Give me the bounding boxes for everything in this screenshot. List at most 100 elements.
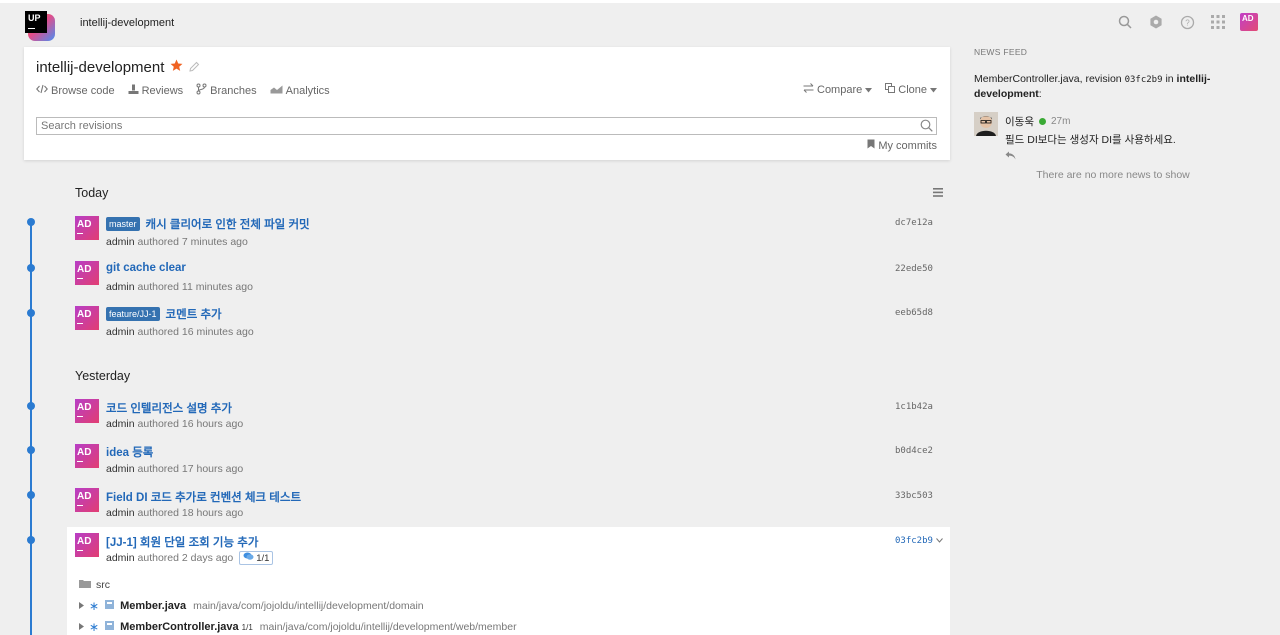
tab-browse-code[interactable]: Browse code — [36, 83, 115, 98]
branch-badge[interactable]: master — [106, 217, 140, 231]
commit-time: authored 17 hours ago — [137, 463, 244, 475]
clone-button[interactable]: Clone — [885, 83, 937, 96]
tab-reviews[interactable]: Reviews — [128, 83, 184, 98]
commit-hash[interactable]: eeb65d8 — [895, 308, 933, 318]
modified-icon: ∗ — [89, 620, 100, 634]
news-revision-link[interactable]: 03fc2b9 — [1125, 75, 1163, 85]
list-menu-icon[interactable] — [933, 188, 943, 200]
commit-time: authored 11 minutes ago — [137, 281, 253, 293]
chevron-down-icon — [930, 84, 937, 96]
commit-title[interactable]: Field DI 코드 추가로 컨벤션 체크 테스트 — [106, 489, 301, 505]
analytics-icon — [270, 84, 283, 97]
file-name[interactable]: MemberController.java — [120, 621, 239, 633]
commit-time: authored 7 minutes ago — [137, 236, 248, 248]
tab-label: Analytics — [285, 84, 330, 97]
settings-icon[interactable] — [1147, 13, 1165, 31]
compare-button[interactable]: Compare — [803, 83, 873, 96]
tab-analytics[interactable]: Analytics — [270, 83, 330, 98]
file-row[interactable]: ∗ MemberController.java 1/1 main/java/co… — [79, 620, 517, 634]
bookmark-icon — [867, 139, 875, 152]
app-name[interactable]: intellij-development — [80, 17, 174, 29]
avatar: AD — [75, 533, 99, 557]
my-commits-label: My commits — [878, 139, 937, 152]
top-bar: UP intellij-development ? AD — [0, 3, 1280, 47]
commit-title[interactable]: idea 등록 — [106, 444, 153, 460]
tab-label: Reviews — [141, 84, 184, 97]
avatar: AD — [75, 488, 99, 512]
commit-author[interactable]: admin — [106, 507, 135, 519]
timeline-dot — [27, 402, 35, 410]
comment-count: 1/1 — [256, 552, 270, 564]
timeline-dot — [27, 218, 35, 226]
search-icon[interactable] — [1116, 13, 1134, 31]
timeline-dot — [27, 264, 35, 272]
user-photo[interactable] — [974, 112, 998, 136]
commit-author[interactable]: admin — [106, 326, 135, 338]
file-comment-badge[interactable]: 1/1 — [242, 623, 253, 632]
avatar: AD — [75, 216, 99, 240]
tab-branches[interactable]: Branches — [196, 83, 257, 98]
file-path: main/java/com/jojoldu/intellij/developme… — [193, 600, 424, 612]
news-comment-text: 필드 DI보다는 생성자 DI를 사용하세요. — [1005, 134, 1176, 146]
commit-title[interactable]: [JJ-1] 회원 단일 조회 기능 추가 — [106, 534, 258, 550]
commit-time: authored 16 minutes ago — [137, 326, 254, 338]
commit-time: authored 18 hours ago — [137, 507, 244, 519]
comment-count-badge[interactable]: 1/1 — [239, 551, 274, 565]
news-feed-title: NEWS FEED — [974, 47, 1028, 57]
star-icon[interactable] — [170, 59, 183, 76]
tab-label: Browse code — [51, 84, 115, 97]
commit-author[interactable]: admin — [106, 552, 135, 564]
commit-title[interactable]: 코멘트 추가 — [166, 306, 222, 322]
commit-title[interactable]: 캐시 클리어로 인한 전체 파일 커밋 — [146, 216, 310, 232]
timeline-dot — [27, 446, 35, 454]
commit-title[interactable]: 코드 인텔리전스 설명 추가 — [106, 400, 232, 416]
commit-author[interactable]: admin — [106, 418, 135, 430]
commit-author[interactable]: admin — [106, 463, 135, 475]
commit-author[interactable]: admin — [106, 236, 135, 248]
avatar: AD — [75, 444, 99, 468]
repo-title: intellij-development — [36, 59, 165, 76]
commit-hash[interactable]: 33bc503 — [895, 491, 933, 501]
expand-arrow-icon[interactable] — [79, 600, 84, 612]
user-avatar[interactable]: AD — [1240, 13, 1258, 31]
commit-hash[interactable]: 22ede50 — [895, 264, 933, 274]
commit-title[interactable]: git cache clear — [106, 262, 186, 274]
folder-row[interactable]: src — [79, 579, 110, 591]
clone-label: Clone — [898, 83, 927, 96]
commit-hash[interactable]: 03fc2b9 — [895, 536, 933, 546]
commit-author[interactable]: admin — [106, 281, 135, 293]
upsource-logo[interactable]: UP — [25, 11, 55, 41]
java-file-icon — [104, 620, 115, 634]
commit-hash[interactable]: 1c1b42a — [895, 402, 933, 412]
apps-grid-icon[interactable] — [1209, 13, 1227, 31]
tab-label: Branches — [210, 84, 257, 97]
branch-badge[interactable]: feature/JJ-1 — [106, 307, 160, 321]
clone-icon — [885, 83, 896, 96]
no-more-news: There are no more news to show — [1036, 169, 1190, 181]
search-revisions-input[interactable] — [36, 117, 937, 135]
day-heading-today: Today — [75, 186, 109, 200]
timeline-dot — [27, 536, 35, 544]
svg-text:?: ? — [1185, 18, 1190, 27]
logo-text: UP — [28, 13, 41, 23]
commit-hash[interactable]: b0d4ce2 — [895, 446, 933, 456]
edit-icon[interactable] — [189, 59, 200, 76]
file-path: main/java/com/jojoldu/intellij/developme… — [259, 621, 517, 633]
expand-arrow-icon[interactable] — [79, 621, 84, 633]
search-icon[interactable] — [920, 119, 933, 135]
timeline-line — [30, 222, 32, 635]
my-commits-link[interactable]: My commits — [867, 139, 937, 152]
chevron-down-icon — [865, 84, 873, 96]
reply-icon[interactable] — [1005, 151, 1016, 163]
chevron-down-icon[interactable] — [936, 536, 943, 546]
file-name[interactable]: Member.java — [120, 600, 186, 612]
news-feed: NEWS FEED MemberController.java, revisio… — [974, 47, 1254, 181]
folder-icon — [79, 579, 91, 591]
code-icon — [36, 84, 48, 97]
timeline-dot — [27, 491, 35, 499]
commit-hash[interactable]: dc7e12a — [895, 218, 933, 228]
reviews-icon — [128, 84, 139, 98]
news-user-name[interactable]: 이동욱 — [1005, 114, 1034, 129]
help-icon[interactable]: ? — [1178, 13, 1196, 31]
file-row[interactable]: ∗ Member.java main/java/com/jojoldu/inte… — [79, 599, 424, 613]
